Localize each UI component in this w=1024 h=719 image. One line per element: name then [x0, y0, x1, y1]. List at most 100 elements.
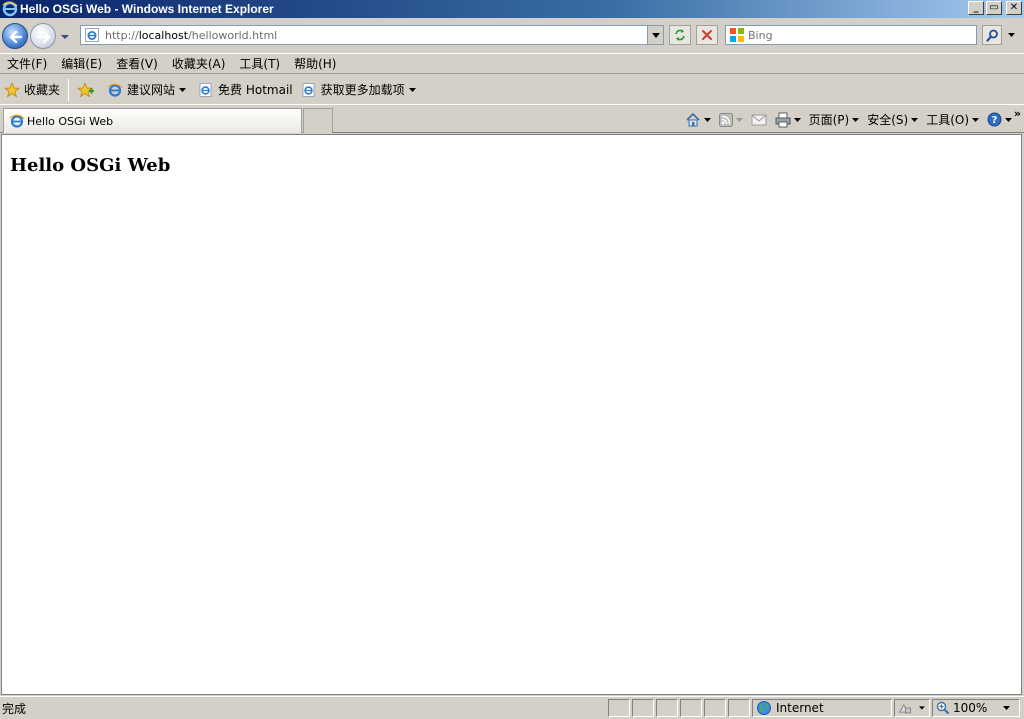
menu-bar: 文件(F) 编辑(E) 查看(V) 收藏夹(A) 工具(T) 帮助(H) [0, 54, 1024, 74]
home-button[interactable] [681, 109, 715, 131]
tools-menu-button[interactable]: 工具(O) [922, 109, 983, 131]
page-icon [85, 28, 99, 42]
status-bar: 完成 Internet 100% [0, 696, 1024, 719]
navigation-bar: http://localhost/helloworld.html [0, 18, 1024, 54]
favorites-bar: 收藏夹 建议网站 免费 Hotmail 获取更多加载项 [0, 75, 1024, 105]
help-icon: ? [987, 112, 1002, 127]
chevron-down-icon [793, 117, 801, 122]
search-input[interactable] [748, 28, 968, 42]
new-tab-button[interactable] [303, 108, 333, 133]
menu-favorites[interactable]: 收藏夹(A) [165, 55, 233, 73]
globe-icon [757, 701, 771, 715]
status-cell-progress [608, 699, 630, 717]
print-icon [775, 112, 791, 127]
menu-file[interactable]: 文件(F) [0, 55, 54, 73]
tab-hello-osgi-web[interactable]: Hello OSGi Web [3, 108, 302, 133]
star-icon [4, 81, 20, 97]
ie-icon [9, 114, 25, 128]
minimize-button[interactable]: _ [968, 1, 984, 15]
status-cell [680, 699, 702, 717]
tools-menu-label: 工具(O) [926, 113, 969, 127]
chevron-down-icon [1003, 706, 1011, 710]
search-options-dropdown[interactable] [1004, 25, 1018, 45]
status-cell [704, 699, 726, 717]
status-cell [656, 699, 678, 717]
favorites-button[interactable]: 收藏夹 [0, 79, 64, 101]
stop-icon [702, 30, 712, 40]
toolbar-separator [68, 78, 70, 101]
read-mail-button[interactable] [747, 109, 771, 131]
add-to-favorites-bar-button[interactable] [73, 79, 103, 101]
safety-menu-label: 安全(S) [867, 113, 909, 127]
forward-icon [37, 30, 51, 44]
address-dropdown[interactable] [647, 26, 663, 44]
page-icon [199, 82, 212, 97]
menu-help[interactable]: 帮助(H) [287, 55, 343, 73]
refresh-icon [675, 29, 685, 41]
zone-label: Internet [776, 701, 824, 715]
search-icon [985, 29, 998, 42]
zoom-level: 100% [953, 701, 988, 715]
home-icon [686, 112, 700, 126]
more-commands-chevron[interactable]: » [1014, 107, 1021, 120]
minimize-icon: _ [973, 2, 979, 13]
protected-mode-button[interactable] [894, 699, 930, 717]
add-favorites-icon [77, 81, 95, 97]
zoom-icon [936, 701, 950, 715]
suggested-sites-label: 建议网站 [127, 83, 176, 97]
search-button[interactable] [982, 25, 1002, 45]
back-button[interactable] [2, 23, 28, 49]
tab-label: Hello OSGi Web [27, 114, 114, 128]
safety-menu-button[interactable]: 安全(S) [863, 109, 922, 131]
page-menu-button[interactable]: 页面(P) [805, 109, 864, 131]
zoom-button[interactable]: 100% [932, 699, 1020, 717]
window-title: Hello OSGi Web - Windows Internet Explor… [20, 2, 274, 16]
restore-button[interactable]: ▭ [986, 1, 1002, 15]
recent-pages-dropdown[interactable] [60, 32, 70, 42]
refresh-button[interactable] [669, 25, 691, 45]
url-text[interactable]: http://localhost/helloworld.html [103, 29, 277, 42]
chevron-down-icon [651, 32, 660, 38]
back-icon [9, 30, 23, 44]
address-bar[interactable]: http://localhost/helloworld.html [80, 25, 664, 45]
free-hotmail-link[interactable]: 免费 Hotmail [194, 79, 297, 101]
page-icon [302, 82, 315, 97]
chevron-down-icon [1005, 117, 1012, 122]
page-menu-label: 页面(P) [808, 113, 850, 127]
svg-text:?: ? [992, 115, 998, 126]
title-bar[interactable]: Hello OSGi Web - Windows Internet Explor… [0, 0, 1024, 18]
command-bar: 页面(P) 安全(S) 工具(O) ? [681, 106, 1016, 133]
rss-icon [718, 112, 733, 127]
menu-tools[interactable]: 工具(T) [232, 55, 287, 73]
chevron-down-icon [919, 706, 925, 710]
close-button[interactable]: ✕ [1006, 1, 1022, 15]
security-zone[interactable]: Internet [752, 699, 892, 717]
get-more-addons-link[interactable]: 获取更多加载项 [297, 79, 424, 101]
menu-view[interactable]: 查看(V) [109, 55, 165, 73]
menu-edit[interactable]: 编辑(E) [54, 55, 109, 73]
chevron-down-icon [1007, 33, 1015, 37]
free-hotmail-label: 免费 Hotmail [218, 83, 293, 97]
page-heading: Hello OSGi Web [10, 155, 171, 176]
ie-icon [107, 82, 123, 97]
help-button[interactable]: ? [983, 109, 1016, 131]
favorites-label: 收藏夹 [24, 83, 61, 97]
get-more-addons-label: 获取更多加载项 [320, 83, 405, 97]
close-icon: ✕ [1009, 2, 1019, 13]
print-button[interactable] [771, 109, 805, 131]
tab-row: Hello OSGi Web 页面(P) 安全(S) 工具(O) ? » [0, 106, 1024, 133]
chevron-down-icon [703, 117, 711, 122]
ie-icon [2, 1, 18, 17]
chevron-down-icon [735, 117, 743, 122]
feeds-button[interactable] [715, 109, 747, 131]
suggested-sites-link[interactable]: 建议网站 [103, 79, 194, 101]
bing-icon [730, 28, 744, 42]
search-box[interactable] [725, 25, 977, 45]
chevron-down-icon [852, 117, 860, 122]
status-cell [728, 699, 750, 717]
status-cell [632, 699, 654, 717]
forward-button[interactable] [30, 23, 56, 49]
stop-button[interactable] [696, 25, 718, 45]
chevron-down-icon [408, 87, 416, 92]
chevron-down-icon [972, 117, 979, 122]
